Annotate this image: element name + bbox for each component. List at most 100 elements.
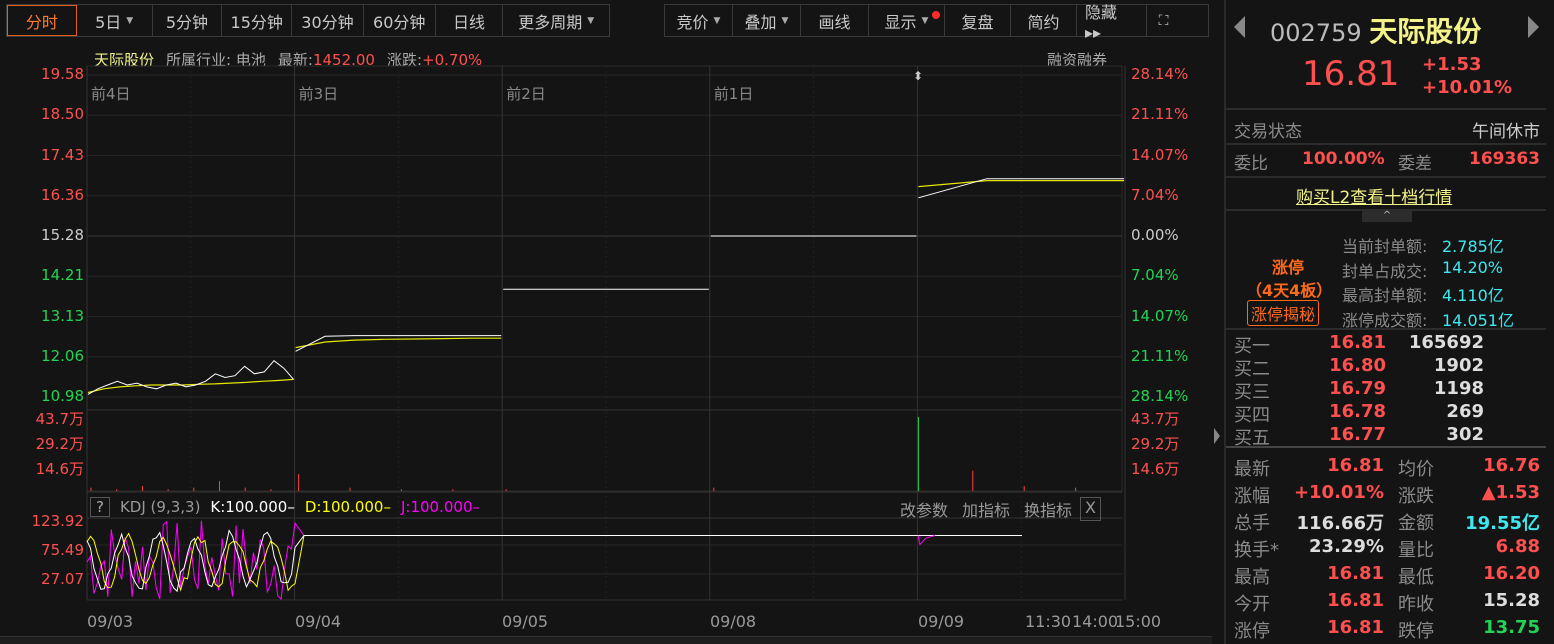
volume-tick: 14.6万 [1131, 460, 1180, 478]
price-tick: 14.21 [41, 266, 84, 285]
stat-value: 13.75 [1483, 617, 1540, 638]
collapse-chevron-icon[interactable]: ^ [1362, 210, 1412, 222]
kdj-header: ? KDJ (9,3,3) K:100.000– D:100.000– J:100.00… [90, 497, 480, 517]
stat-value: 16.20 [1483, 563, 1540, 584]
time-tick: 15:00 [1115, 612, 1162, 631]
kdj-actions: 改参数 加指标 换指标 X [900, 497, 1102, 521]
bid-price: 16.78 [1329, 401, 1386, 422]
limit-stat-value: 14.20% [1442, 257, 1504, 277]
l2-link[interactable]: 购买L2查看十档行情 [1296, 183, 1452, 208]
day-label: 前2日 [506, 85, 546, 103]
kdj-line [917, 535, 936, 546]
stat-value: 19.55亿 [1465, 513, 1540, 534]
pct-tick: 14.07% [1131, 145, 1189, 164]
time-tick: 09/05 [502, 612, 549, 631]
stat-value: 16.76 [1483, 455, 1540, 476]
time-tick: 11:30 [1025, 612, 1072, 631]
wei-ratio-label: 委比 [1234, 154, 1268, 174]
stat-label: 换手* [1234, 540, 1279, 561]
limit-stat-label: 涨停成交额: [1342, 310, 1428, 330]
limit-stat-value: 2.785亿 [1442, 237, 1504, 256]
kdj-btn-add[interactable]: 加指标 [962, 497, 1010, 521]
stat-label: 金额 [1398, 513, 1434, 534]
next-stock-arrow[interactable] [1528, 16, 1539, 38]
time-tick: 09/04 [295, 612, 342, 631]
prev-stock-arrow[interactable] [1234, 16, 1245, 38]
stat-value: 16.81 [1327, 617, 1384, 638]
stat-value: 23.29% [1309, 536, 1384, 557]
pct-tick: 28.14% [1131, 387, 1189, 405]
price-change-pct: +10.01% [1422, 77, 1513, 98]
current-price: 16.81 [1302, 54, 1400, 94]
bid-price: 16.80 [1329, 355, 1386, 376]
kdj-line [86, 520, 1022, 601]
stat-value: 15.28 [1483, 590, 1540, 611]
volume-tick: 14.6万 [35, 460, 84, 478]
kdj-j: J:100.000– [400, 498, 480, 516]
time-tick: 14:00 [1072, 612, 1119, 631]
stat-value: 116.66万 [1296, 513, 1384, 534]
bid-price: 16.79 [1329, 378, 1386, 399]
kdj-btn-switch[interactable]: 换指标 [1024, 497, 1072, 521]
volume-tick: 43.7万 [35, 410, 84, 428]
time-tick: 09/09 [918, 612, 965, 631]
kdj-line [86, 529, 1022, 593]
stat-label: 跌停 [1398, 621, 1434, 642]
kdj-tick: 75.49 [41, 541, 84, 559]
drag-handle-icon: ⬍ [913, 69, 923, 83]
limit-stat-label: 最高封单额: [1342, 286, 1428, 305]
price-tick: 19.58 [41, 65, 84, 83]
day-label: 前3日 [298, 85, 339, 103]
stat-value: +10.01% [1293, 482, 1384, 503]
stat-label: 涨跌 [1398, 486, 1434, 507]
pct-tick: 21.11% [1131, 105, 1189, 124]
stat-label: 最新 [1234, 459, 1270, 480]
bid-volume: 269 [1446, 401, 1484, 422]
stat-label: 昨收 [1398, 594, 1434, 615]
stat-label: 今开 [1234, 594, 1270, 615]
pct-tick: 28.14% [1131, 65, 1189, 83]
limit-stat-value: 14.051亿 [1442, 310, 1514, 330]
pct-tick: 21.11% [1131, 346, 1189, 365]
stat-value: 6.88 [1495, 536, 1540, 557]
bid-volume: 165692 [1408, 332, 1484, 353]
kdj-tick: 123.92 [31, 512, 85, 530]
five-day-chart[interactable]: ⬍ [0, 0, 1220, 644]
bid-price: 16.81 [1329, 332, 1386, 353]
stat-value: 16.81 [1327, 590, 1384, 611]
stat-label: 最低 [1398, 567, 1434, 588]
wei-diff: 169363 [1469, 149, 1540, 169]
stock-code: 002759 [1270, 19, 1362, 47]
status-value: 午间休市 [1472, 122, 1540, 142]
stat-value: 16.81 [1327, 563, 1384, 584]
panel-toggle-arrow[interactable] [1214, 428, 1220, 444]
day-label: 前4日 [91, 85, 131, 103]
limit-up-reveal-button[interactable]: 涨停揭秘 [1247, 300, 1320, 326]
price-tick: 12.06 [41, 346, 84, 365]
volume-tick: 29.2万 [35, 435, 84, 453]
horizontal-scrollbar[interactable] [0, 636, 1212, 644]
time-tick: 09/03 [87, 612, 134, 631]
limit-stat-label: 当前封单额: [1342, 237, 1428, 256]
wei-ratio: 100.00% [1302, 149, 1385, 169]
limit-stat-value: 4.110亿 [1442, 286, 1504, 305]
kdj-tick: 27.07 [41, 570, 84, 588]
bid-volume: 1902 [1433, 355, 1484, 376]
limit-stat-label: 封单占成交: [1342, 261, 1428, 281]
price-tick: 16.36 [41, 185, 84, 204]
stat-label: 涨幅 [1234, 486, 1270, 507]
kdj-k: K:100.000– [210, 498, 295, 516]
kdj-help-button[interactable]: ? [90, 497, 110, 517]
kdj-close-button[interactable]: X [1080, 497, 1102, 521]
kdj-btn-params[interactable]: 改参数 [900, 497, 948, 521]
bid-volume: 302 [1446, 424, 1484, 445]
stat-label: 量比 [1398, 540, 1434, 561]
day-label: 前1日 [713, 85, 754, 103]
price-tick: 10.98 [41, 387, 84, 405]
price-change: +1.53 [1422, 54, 1482, 75]
bid-price: 16.77 [1329, 424, 1386, 445]
stat-label: 均价 [1398, 459, 1434, 480]
stat-label: 涨停 [1234, 621, 1270, 642]
kdj-name: KDJ (9,3,3) [119, 498, 201, 516]
pct-tick: 0.00% [1131, 226, 1179, 244]
